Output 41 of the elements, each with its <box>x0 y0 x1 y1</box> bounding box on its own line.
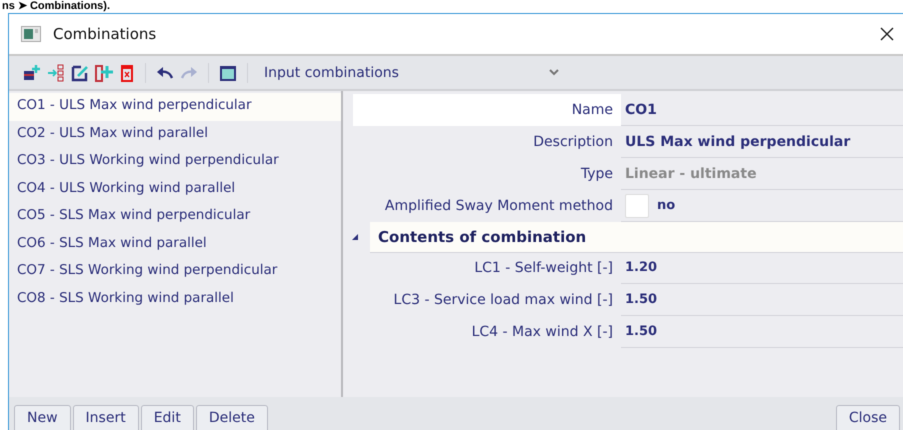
combination-item[interactable]: CO1 - ULS Max wind perpendicular <box>9 93 341 120</box>
property-label: LC1 - Self-weight [-] <box>473 259 614 278</box>
edit-icon[interactable] <box>71 64 89 82</box>
combination-item[interactable]: CO5 - SLS Max wind perpendicular <box>9 203 341 230</box>
action-button[interactable]: New <box>14 405 71 430</box>
property-label: LC3 - Service load max wind [-] <box>392 291 614 310</box>
action-button[interactable]: Edit <box>140 405 194 430</box>
undo-icon[interactable] <box>156 64 174 80</box>
property-value[interactable]: 1.50 <box>621 316 903 348</box>
combination-item[interactable]: CO7 - SLS Working wind perpendicular <box>9 258 341 286</box>
section-header: Contents of combination <box>370 222 903 252</box>
delete-icon[interactable] <box>119 64 135 82</box>
property-label: Description <box>532 133 614 152</box>
property-label: Name <box>353 94 621 126</box>
column-insert-icon[interactable] <box>95 64 113 82</box>
action-button[interactable]: Delete <box>196 405 268 430</box>
property-label: Amplified Sway Moment method <box>384 197 614 216</box>
collapse-icon[interactable] <box>352 234 358 240</box>
combination-item[interactable]: CO4 - ULS Working wind parallel <box>9 176 341 203</box>
add-row-icon[interactable] <box>23 64 41 82</box>
mode-dropdown[interactable]: Input combinations <box>258 64 559 80</box>
combination-item[interactable]: CO2 - ULS Max wind parallel <box>9 120 341 148</box>
combination-item[interactable]: CO3 - ULS Working wind perpendicular <box>9 148 341 176</box>
property-value[interactable]: 1.20 <box>621 252 903 284</box>
insert-row-icon[interactable] <box>47 64 65 82</box>
property-label: Type <box>580 165 614 184</box>
window-title: Combinations <box>53 25 156 43</box>
property-value[interactable]: CO1 <box>621 94 903 126</box>
close-button[interactable]: Close <box>836 405 900 430</box>
combination-item[interactable]: CO8 - SLS Working wind parallel <box>9 286 341 313</box>
window-icon <box>21 26 41 42</box>
property-value[interactable]: 1.50 <box>621 284 903 316</box>
property-value[interactable]: ULS Max wind perpendicular <box>621 126 903 158</box>
close-icon[interactable] <box>880 27 894 41</box>
checkbox[interactable] <box>625 194 649 218</box>
chevron-down-icon <box>548 69 559 76</box>
combination-item[interactable]: CO6 - SLS Max wind parallel <box>9 230 341 258</box>
action-button[interactable]: Insert <box>72 405 139 430</box>
checkbox-value: no <box>657 198 676 213</box>
property-label: LC4 - Max wind X [-] <box>470 323 614 342</box>
page-heading: ns ➤ Combinations). <box>1 0 110 13</box>
